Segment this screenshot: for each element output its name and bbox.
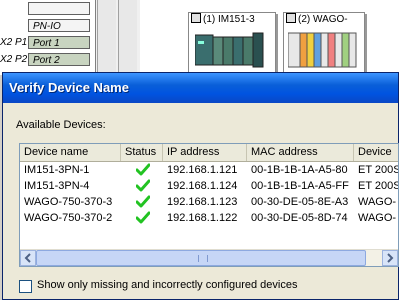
device-type-cell: WAGO- [358, 196, 397, 208]
tree-row-label: PN-IO [28, 19, 90, 32]
device-type-cell: ET 200S [358, 164, 399, 176]
scrollbar-grip [198, 255, 208, 262]
status-ok-icon [136, 195, 150, 208]
show-only-missing-label: Show only missing and incorrectly config… [37, 279, 298, 291]
dialog-titlebar[interactable]: Verify Device Name [3, 73, 398, 103]
table-row[interactable]: WAGO-750-370-2 192.168.1.122 00-30-DE-05… [20, 210, 398, 226]
verify-device-name-dialog: Verify Device Name Available Devices: De… [2, 72, 399, 300]
tree-row[interactable]: X2 P1 Port 1 [0, 36, 95, 50]
status-ok-icon [136, 179, 150, 192]
column-header-device-name[interactable]: Device name [20, 144, 121, 161]
mac-address-cell: 00-30-DE-05-8D-74 [251, 212, 348, 224]
mac-address-cell: 00-1B-1B-1A-A5-80 [251, 164, 348, 176]
column-header-status[interactable]: Status [121, 144, 163, 161]
scroll-right-button[interactable] [382, 250, 398, 266]
network-view: (1) IM151-3 (2) WAGO- [140, 0, 399, 75]
background-scrollbar[interactable] [118, 0, 137, 75]
status-ok-icon [136, 211, 150, 224]
background-scrollbar[interactable] [97, 0, 116, 75]
list-header: Device name Status IP address MAC addres… [20, 144, 398, 162]
device-name-cell: IM151-3PN-1 [24, 164, 90, 176]
tree-row-prefix: X2 P1 [0, 37, 28, 48]
table-row[interactable]: IM151-3PN-1 192.168.1.121 00-1B-1B-1A-A5… [20, 162, 399, 178]
status-ok-icon [136, 163, 150, 176]
hardware-tree: PN-IO X2 P1 Port 1 X2 P2 Port 2 [0, 0, 96, 75]
tree-row-label [28, 2, 90, 15]
ip-address-cell: 192.168.1.123 [167, 196, 238, 208]
device-wago[interactable]: (2) WAGO- [283, 12, 365, 74]
device-name-cell: WAGO-750-370-3 [24, 196, 113, 208]
device-icon [286, 13, 296, 23]
dialog-title: Verify Device Name [9, 80, 129, 95]
column-header-device[interactable]: Device [354, 144, 398, 161]
tree-row-prefix: X2 P2 [0, 54, 28, 65]
available-devices-list[interactable]: Device name Status IP address MAC addres… [19, 143, 399, 267]
device-icon [191, 13, 201, 23]
ip-address-cell: 192.168.1.124 [167, 180, 238, 192]
horizontal-scrollbar[interactable] [20, 249, 398, 266]
wago-module-icon [288, 32, 357, 68]
device-im151[interactable]: (1) IM151-3 [188, 12, 276, 74]
mac-address-cell: 00-30-DE-05-8E-A3 [251, 196, 349, 208]
tree-row-label: Port 1 [28, 36, 90, 49]
device-name-cell: WAGO-750-370-2 [24, 212, 113, 224]
show-only-missing-checkbox[interactable] [19, 280, 32, 293]
im151-module-icon [195, 32, 264, 68]
tree-row-label: Port 2 [28, 53, 90, 66]
chevron-right-icon [387, 253, 394, 263]
device-title: (2) WAGO- [298, 14, 348, 25]
tree-row[interactable]: X2 P2 Port 2 [0, 53, 95, 67]
device-type-cell: WAGO- [358, 212, 397, 224]
available-devices-label: Available Devices: [16, 119, 106, 131]
device-name-cell: IM151-3PN-4 [24, 180, 90, 192]
tree-row[interactable]: PN-IO [0, 19, 95, 33]
device-type-cell: ET 200S [358, 180, 399, 192]
column-header-mac-address[interactable]: MAC address [247, 144, 354, 161]
ip-address-cell: 192.168.1.121 [167, 164, 238, 176]
scroll-left-button[interactable] [20, 250, 36, 266]
table-row[interactable]: WAGO-750-370-3 192.168.1.123 00-30-DE-05… [20, 194, 398, 210]
column-header-ip-address[interactable]: IP address [163, 144, 247, 161]
scrollbar-thumb[interactable] [36, 250, 366, 266]
table-row[interactable]: IM151-3PN-4 192.168.1.124 00-1B-1B-1A-A5… [20, 178, 399, 194]
chevron-left-icon [24, 253, 31, 263]
mac-address-cell: 00-1B-1B-1A-A5-FF [251, 180, 349, 192]
tree-row[interactable] [0, 2, 95, 16]
device-title: (1) IM151-3 [203, 14, 255, 25]
ip-address-cell: 192.168.1.122 [167, 212, 238, 224]
